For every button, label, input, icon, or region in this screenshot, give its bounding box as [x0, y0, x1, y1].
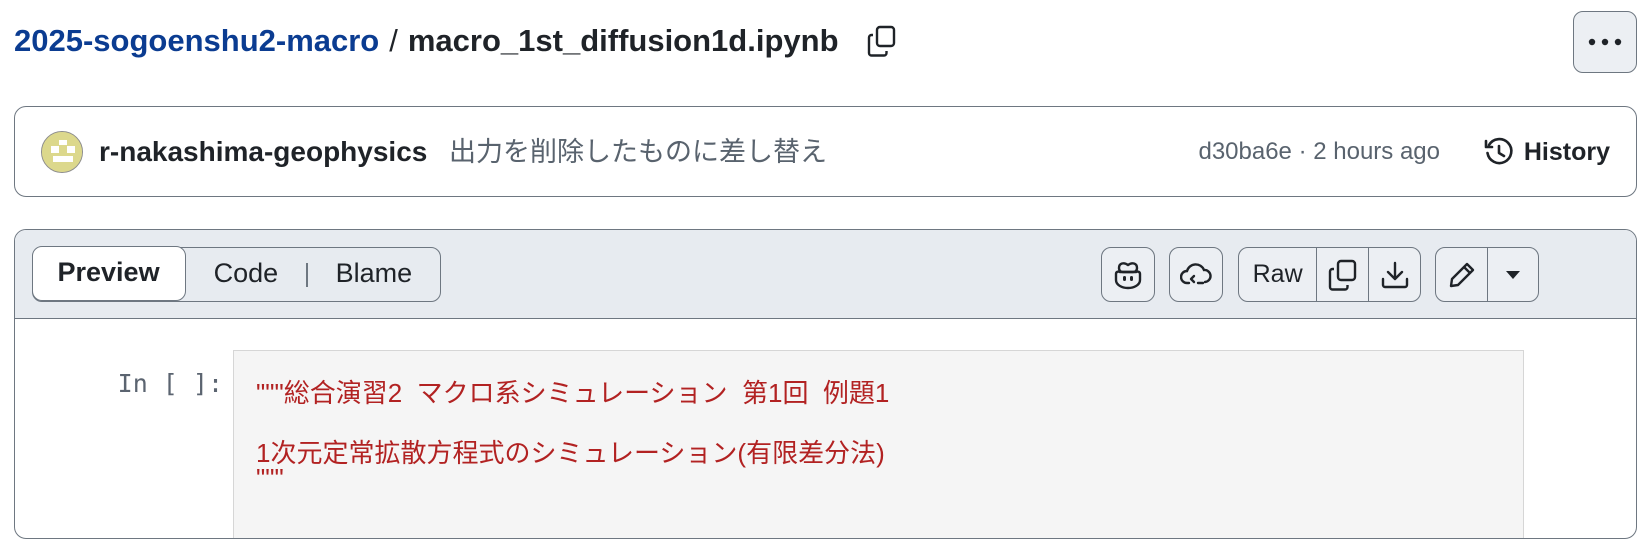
codespaces-icon	[1180, 262, 1212, 284]
download-icon	[1381, 261, 1408, 288]
raw-button[interactable]: Raw	[1239, 248, 1316, 301]
more-options-button[interactable]	[1573, 11, 1637, 73]
triangle-down-icon	[1506, 270, 1521, 279]
latest-commit-bar: r-nakashima-geophysics 出力を削除したものに差し替え d3…	[14, 106, 1637, 197]
repo-link[interactable]: 2025-sogoenshu2-macro	[14, 23, 379, 59]
copy-icon	[867, 25, 895, 57]
history-button[interactable]: History	[1484, 129, 1610, 175]
copy-path-button[interactable]	[865, 24, 899, 58]
commit-message[interactable]: 出力を削除したものに差し替え	[449, 129, 827, 175]
copy-raw-button[interactable]	[1316, 248, 1368, 301]
history-icon	[1484, 137, 1513, 165]
file-name: macro_1st_diffusion1d.ipynb	[407, 23, 839, 58]
viewer-toolbar: Preview Code Blame Raw	[15, 230, 1636, 319]
cell-prompt: In [ ]:	[117, 369, 223, 398]
kebab-icon	[1588, 38, 1622, 46]
raw-actions-group: Raw	[1238, 247, 1421, 302]
view-mode-switch: Preview Code Blame	[31, 246, 442, 302]
tab-blame[interactable]: Blame	[308, 247, 441, 302]
code-cell: """総合演習2 マクロ系シミュレーション 第1回 例題1 1次元定常拡散方程式…	[233, 350, 1524, 538]
edit-dropdown-button[interactable]	[1487, 248, 1538, 301]
edit-button[interactable]	[1436, 248, 1487, 301]
code-line: """	[256, 463, 284, 493]
raw-label: Raw	[1252, 260, 1303, 288]
code-line: """総合演習2 マクロ系シミュレーション 第1回 例題1	[256, 378, 890, 408]
copilot-button[interactable]	[1101, 247, 1155, 302]
breadcrumb: 2025-sogoenshu2-macro / macro_1st_diffus…	[14, 18, 899, 64]
copilot-icon	[1114, 261, 1142, 289]
download-button[interactable]	[1368, 248, 1420, 301]
breadcrumb-separator: /	[389, 23, 398, 58]
code-line: 1次元定常拡散方程式のシミュレーション(有限差分法)	[256, 438, 885, 468]
codespaces-button[interactable]	[1169, 247, 1223, 302]
history-label: History	[1523, 137, 1610, 166]
edit-actions-group	[1435, 247, 1539, 302]
commit-meta[interactable]: d30ba6e · 2 hours ago	[1198, 129, 1440, 175]
commit-author[interactable]: r-nakashima-geophysics	[99, 129, 427, 175]
pencil-icon	[1449, 262, 1474, 287]
tab-preview[interactable]: Preview	[31, 246, 186, 302]
file-viewer: Preview Code Blame Raw In []: """総合演習2 …	[14, 229, 1637, 539]
identicon-icon	[42, 132, 82, 172]
avatar[interactable]	[41, 131, 83, 173]
tab-code[interactable]: Code	[186, 247, 307, 302]
copy-icon	[1328, 259, 1356, 291]
